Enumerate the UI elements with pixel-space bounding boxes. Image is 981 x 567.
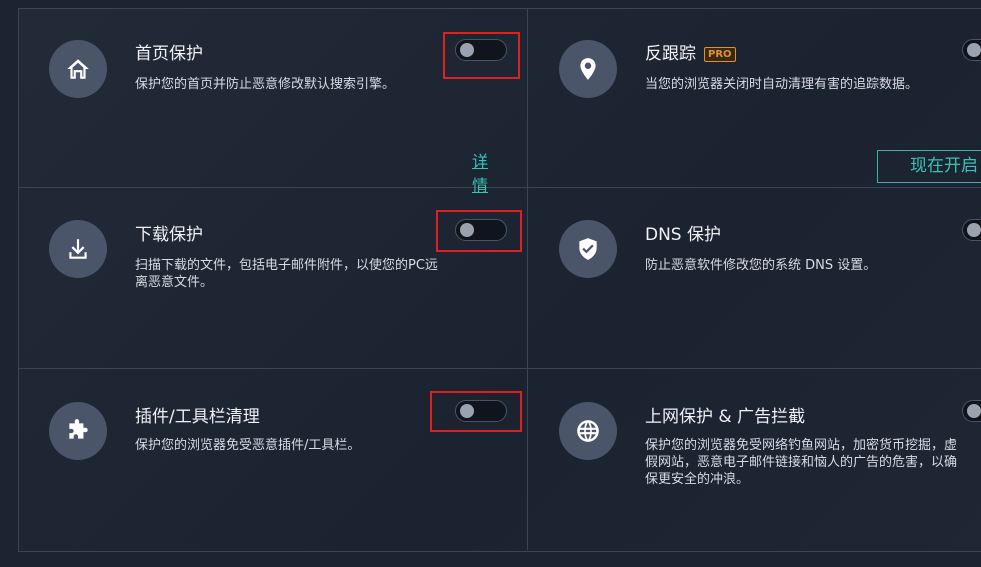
card-description: 防止恶意软件修改您的系统 DNS 设置。 [645, 258, 877, 273]
toggle-highlight-box [436, 210, 522, 252]
toggle-highlight-box [443, 32, 520, 79]
card-title-text: 反跟踪 [645, 44, 696, 64]
divider-column [527, 8, 528, 550]
anti-tracking-toggle[interactable] [962, 39, 981, 61]
download-icon [49, 220, 107, 278]
card-description: 保护您的浏览器免受恶意插件/工具栏。 [135, 438, 361, 453]
globe-icon [559, 402, 617, 460]
card-title: 首页保护 [135, 44, 203, 64]
card-title: 上网保护 & 广告拦截 [645, 407, 806, 427]
enable-now-button[interactable]: 现在开启 [877, 150, 981, 183]
shield-check-icon [559, 220, 617, 278]
toggle-highlight-box [430, 391, 522, 432]
toggle-knob [967, 223, 981, 237]
card-description: 扫描下载的文件，包括电子邮件附件，以使您的PC远离恶意文件。 [135, 258, 438, 290]
dns-protection-toggle[interactable] [962, 219, 981, 241]
card-description: 当您的浏览器关闭时自动清理有害的追踪数据。 [645, 77, 919, 92]
toggle-knob [967, 404, 981, 418]
divider-row-1 [18, 187, 981, 188]
puzzle-icon [49, 402, 107, 460]
web-protection-toggle[interactable] [962, 400, 981, 422]
location-pin-icon [559, 40, 617, 98]
details-link[interactable]: 详情 [472, 148, 488, 196]
home-icon [49, 40, 107, 98]
card-title: 反跟踪 PRO [645, 39, 736, 64]
card-title: DNS 保护 [645, 225, 722, 245]
card-description: 保护您的首页并防止恶意修改默认搜索引擎。 [135, 77, 396, 92]
card-title: 下载保护 [135, 225, 203, 245]
card-title: 插件/工具栏清理 [135, 407, 260, 427]
divider-row-2 [18, 368, 981, 369]
card-description: 保护您的浏览器免受网络钓鱼网站，加密货币挖掘，虚假网站，恶意电子邮件链接和恼人的… [645, 438, 958, 487]
pro-badge: PRO [704, 46, 736, 62]
toggle-knob [967, 43, 981, 57]
